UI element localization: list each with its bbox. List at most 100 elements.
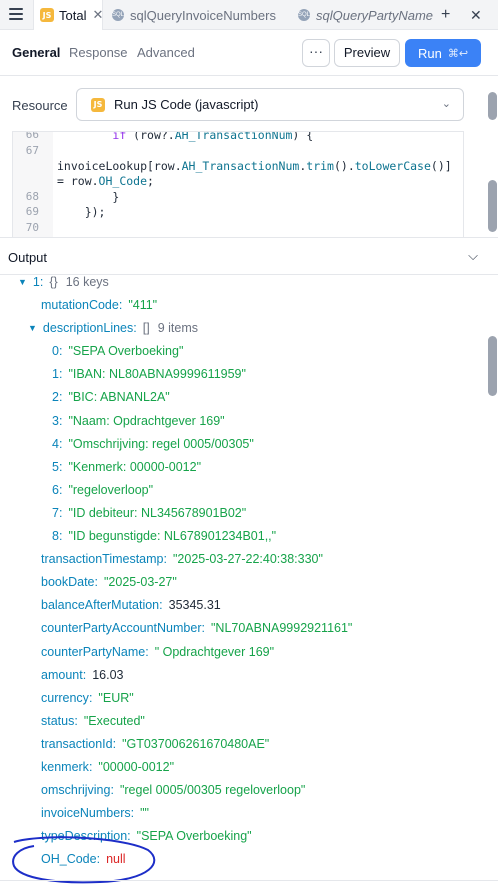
tab-general[interactable]: General: [12, 45, 60, 60]
tree-key: bookDate: [41, 575, 95, 590]
tree-row: 1: "IBAN: NL80ABNA9999611959": [52, 367, 246, 382]
run-button-label: Run: [417, 45, 442, 61]
sql-query-icon: SQL: [112, 9, 124, 21]
tree-value: "2025-03-27": [104, 575, 177, 590]
output-scrollbar-thumb[interactable]: [488, 336, 497, 396]
tree-key: mutationCode: [41, 298, 119, 312]
sql-query-icon: SQL: [298, 9, 310, 21]
code-line: if (row?.AH_TransactionNum) {: [112, 131, 314, 142]
tree-value: "regeloverloop": [68, 482, 154, 497]
line-number: 66: [25, 131, 39, 141]
expand-triangle-icon[interactable]: ▼: [18, 277, 27, 287]
js-file-icon: JS: [40, 8, 54, 22]
tree-key: status: [41, 713, 75, 728]
tree-value: "": [140, 806, 149, 821]
line-number: 69: [25, 205, 39, 218]
line-number: 70: [25, 221, 39, 234]
tree-value: 35345.31: [168, 598, 221, 613]
chevron-down-icon[interactable]: ⌵: [468, 248, 478, 264]
tab-advanced[interactable]: Advanced: [137, 45, 195, 60]
code-line: }: [57, 190, 120, 204]
output-panel-header[interactable]: Output ⌵: [0, 237, 498, 275]
tree-key: transactionTimestamp: [41, 552, 164, 567]
code-line: });: [57, 205, 106, 219]
tree-row: currency: "EUR": [41, 690, 134, 705]
tree-key: 1: [32, 275, 40, 289]
tree-row: amount:16.03: [41, 667, 124, 682]
tree-row: mutationCode: "411": [41, 298, 158, 312]
tree-key: 2: [52, 390, 59, 405]
tree-value: "IBAN: NL80ABNA9999611959": [68, 367, 246, 382]
tree-array-row[interactable]: ▼ descriptionLines:[] 9 items: [28, 318, 198, 338]
tree-key: 0: [52, 344, 59, 359]
tab-response[interactable]: Response: [69, 45, 128, 60]
more-options-button[interactable]: ···: [302, 39, 330, 67]
editor-scrollbar-thumb[interactable]: [488, 180, 497, 232]
tab-sql-query-party-names[interactable]: SQL sqlQueryPartyNames: [298, 0, 433, 30]
tab-bar: JS Total ✕ SQL sqlQueryInvoiceNumbers SQ…: [0, 0, 498, 30]
close-icon[interactable]: ✕: [470, 7, 482, 24]
tree-key: invoiceNumbers: [41, 806, 131, 821]
tree-value: "2025-03-27-22:40:38:330": [172, 552, 323, 567]
code-editor[interactable]: 66 if (row?.AH_TransactionNum) { 67 invo…: [12, 131, 464, 237]
code-line: = row.OH_Code;: [57, 174, 154, 188]
tree-key: 4: [52, 436, 59, 451]
tree-value: "BIC: ABNANL2A": [68, 390, 170, 405]
tree-key: 8: [52, 529, 59, 543]
scrollbar-thumb[interactable]: [488, 92, 497, 120]
tab-label: Total: [59, 7, 87, 23]
resource-value: Run JS Code (javascript): [114, 97, 259, 112]
tree-row: 3: "Naam: Opdrachtgever 169": [52, 413, 225, 428]
tree-row: balanceAfterMutation:35345.31: [41, 598, 221, 613]
tree-row: bookDate: "2025-03-27": [41, 575, 177, 590]
chevron-down-icon: ⌄: [441, 98, 451, 110]
tree-key: kenmerk: [41, 760, 89, 774]
output-title: Output: [8, 250, 48, 265]
tree-row: transactionId: "GT037006261670480AE": [41, 736, 270, 751]
tree-row: status: "Executed": [41, 713, 145, 728]
tree-row: 4: "Omschrijving: regel 0005/00305": [52, 436, 254, 451]
tab-label: sqlQueryPartyNames: [316, 7, 433, 23]
code-line: invoiceLookup[row.AH_TransactionNum.trim…: [57, 159, 452, 173]
tree-key: descriptionLines: [42, 321, 134, 336]
preview-button[interactable]: Preview: [334, 39, 400, 67]
tree-row: invoiceNumbers: "": [41, 806, 149, 821]
annotation-circle: [12, 836, 156, 884]
run-button[interactable]: Run ⌘↩: [405, 39, 481, 67]
expand-triangle-icon[interactable]: ▼: [28, 323, 37, 333]
tree-key: counterPartyName: [41, 644, 146, 659]
tree-value: "411": [128, 298, 158, 312]
tab-total[interactable]: JS Total ✕: [33, 0, 103, 30]
tab-sql-query-invoice-numbers[interactable]: SQL sqlQueryInvoiceNumbers: [112, 0, 282, 30]
add-tab-icon[interactable]: +: [441, 6, 450, 24]
tree-value: "00000-0012": [98, 760, 175, 774]
tree-row: 2: "BIC: ABNANL2A": [52, 390, 170, 405]
tree-key: 3: [52, 413, 59, 428]
tree-value: 16.03: [92, 667, 124, 682]
tree-row: 8: "ID begunstigde: NL678901234B01,,": [52, 529, 277, 543]
hamburger-menu-icon[interactable]: [9, 8, 23, 22]
tree-key: transactionId: [41, 736, 113, 751]
query-toolbar: General Response Advanced ··· Preview Ru…: [0, 30, 498, 76]
close-tab-icon[interactable]: ✕: [92, 7, 102, 23]
tree-row: 7: "ID debiteur: NL345678901B02": [52, 505, 247, 520]
tree-type: {}: [49, 275, 58, 289]
tree-row: counterPartyName: " Opdrachtgever 169": [41, 644, 275, 659]
tree-key: omschrijving: [41, 783, 111, 798]
tree-value: "Naam: Opdrachtgever 169": [68, 413, 225, 428]
tree-key: 7: [52, 505, 59, 520]
tree-count: 16 keys: [65, 275, 109, 289]
tree-value: "regel 0005/00305 regeloverloop": [119, 783, 306, 798]
tree-key: counterPartyAccountNumber: [41, 621, 202, 636]
tab-label: sqlQueryInvoiceNumbers: [130, 7, 276, 23]
tree-value: " Opdrachtgever 169": [154, 644, 275, 659]
tree-value: "GT037006261670480AE": [122, 736, 270, 751]
tree-root-row[interactable]: ▼ 1: {} 16 keys: [18, 272, 109, 292]
resource-select[interactable]: JS Run JS Code (javascript) ⌄: [76, 88, 464, 121]
tree-key: currency: [41, 690, 89, 705]
tree-row: 0: "SEPA Overboeking": [52, 344, 184, 359]
tree-value: "EUR": [98, 690, 134, 705]
resource-label: Resource: [12, 98, 68, 113]
tree-value: "ID debiteur: NL345678901B02": [68, 505, 247, 520]
tree-row: 5: "Kenmerk: 00000-0012": [52, 459, 202, 474]
